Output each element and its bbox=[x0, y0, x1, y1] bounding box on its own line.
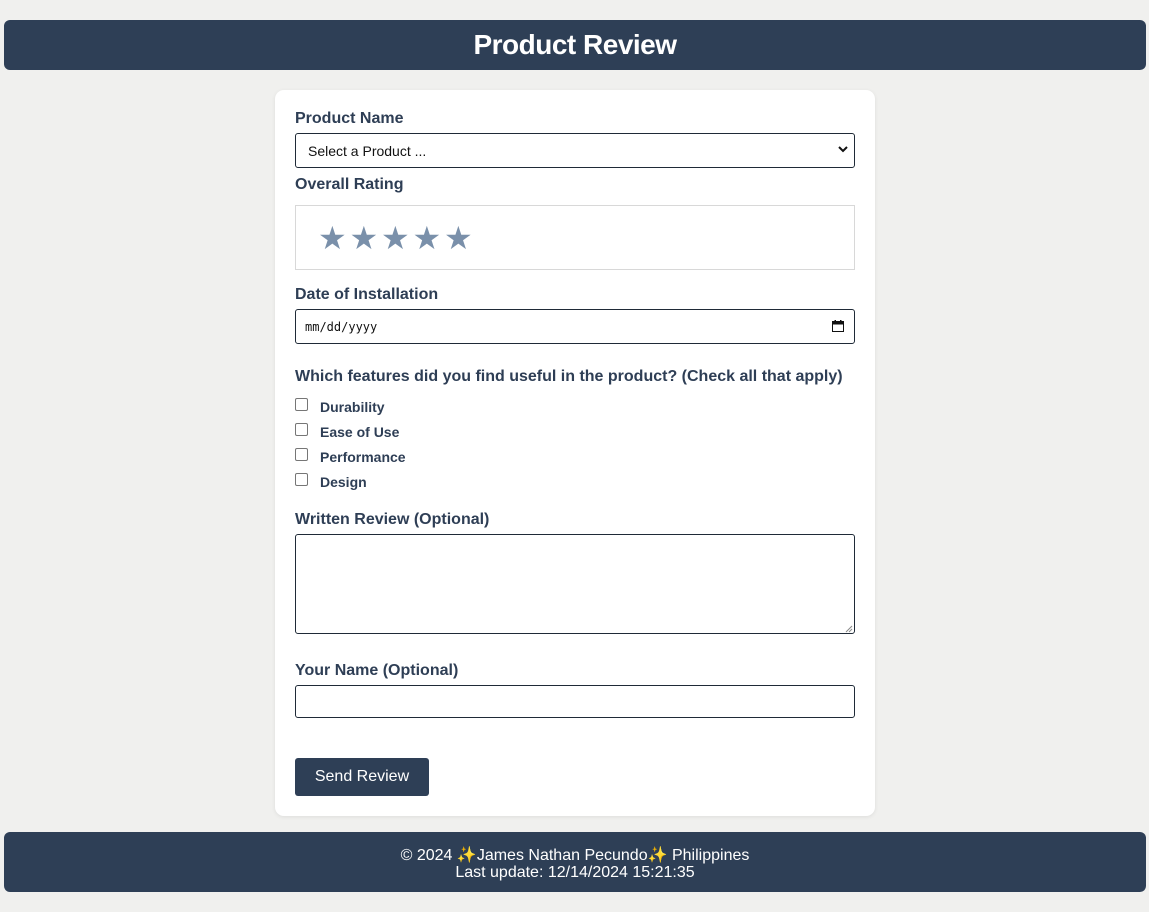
last-update-text: Last update: 12/14/2024 15:21:35 bbox=[455, 864, 695, 881]
footer-credit: © 2024 ✨James Nathan Pecundo✨ Philippine… bbox=[4, 845, 1146, 865]
ease-of-use-checkbox[interactable] bbox=[295, 423, 308, 436]
product-name-label: Product Name bbox=[295, 110, 404, 127]
chevron-down-icon bbox=[838, 146, 848, 153]
calendar-icon[interactable] bbox=[832, 320, 844, 332]
send-review-button[interactable]: Send Review bbox=[295, 758, 429, 796]
checkbox-label: Performance bbox=[320, 449, 406, 465]
overall-rating-label: Overall Rating bbox=[295, 176, 404, 193]
feature-option-durability[interactable]: Durability bbox=[295, 398, 385, 416]
written-review-textarea[interactable] bbox=[295, 534, 855, 634]
written-review-label: Written Review (Optional) bbox=[295, 511, 490, 528]
star-icon[interactable]: ★ bbox=[413, 220, 445, 256]
design-checkbox[interactable] bbox=[295, 473, 308, 486]
product-select[interactable]: Select a Product ... bbox=[295, 133, 855, 168]
rating-box: ★ ★ ★ ★ ★ bbox=[295, 205, 855, 270]
author-name: James Nathan Pecundo bbox=[476, 847, 648, 864]
feature-option-performance[interactable]: Performance bbox=[295, 448, 406, 466]
star-icon[interactable]: ★ bbox=[350, 220, 382, 256]
checkbox-label: Design bbox=[320, 474, 367, 490]
durability-checkbox[interactable] bbox=[295, 398, 308, 411]
star-icon[interactable]: ★ bbox=[381, 220, 413, 256]
features-question: Which features did you find useful in th… bbox=[295, 368, 843, 385]
sparkle-icon: ✨ bbox=[456, 847, 477, 864]
star-icon[interactable]: ★ bbox=[318, 220, 350, 256]
your-name-label: Your Name (Optional) bbox=[295, 662, 459, 679]
feature-option-ease-of-use[interactable]: Ease of Use bbox=[295, 423, 399, 441]
star-rating: ★ ★ ★ ★ ★ bbox=[318, 220, 476, 256]
product-select-value: Select a Product ... bbox=[308, 143, 427, 159]
feature-option-design[interactable]: Design bbox=[295, 473, 367, 491]
checkbox-label: Durability bbox=[320, 399, 385, 415]
performance-checkbox[interactable] bbox=[295, 448, 308, 461]
star-icon[interactable]: ★ bbox=[444, 220, 476, 256]
page-footer: © 2024 ✨James Nathan Pecundo✨ Philippine… bbox=[4, 832, 1146, 892]
installation-date-label: Date of Installation bbox=[295, 286, 439, 303]
page-header: Product Review bbox=[4, 20, 1146, 70]
your-name-input[interactable] bbox=[295, 685, 855, 718]
date-placeholder: mm/dd/yyyy bbox=[305, 320, 378, 334]
copyright-text: © 2024 bbox=[400, 847, 453, 864]
sparkle-icon: ✨ bbox=[647, 847, 668, 864]
country-text: Philippines bbox=[671, 847, 750, 864]
page-title: Product Review bbox=[473, 29, 677, 60]
installation-date-input[interactable]: mm/dd/yyyy bbox=[295, 309, 855, 344]
checkbox-label: Ease of Use bbox=[320, 424, 400, 440]
review-form: Product Name Select a Product ... Overal… bbox=[275, 90, 875, 816]
resize-handle-icon[interactable] bbox=[845, 625, 853, 633]
